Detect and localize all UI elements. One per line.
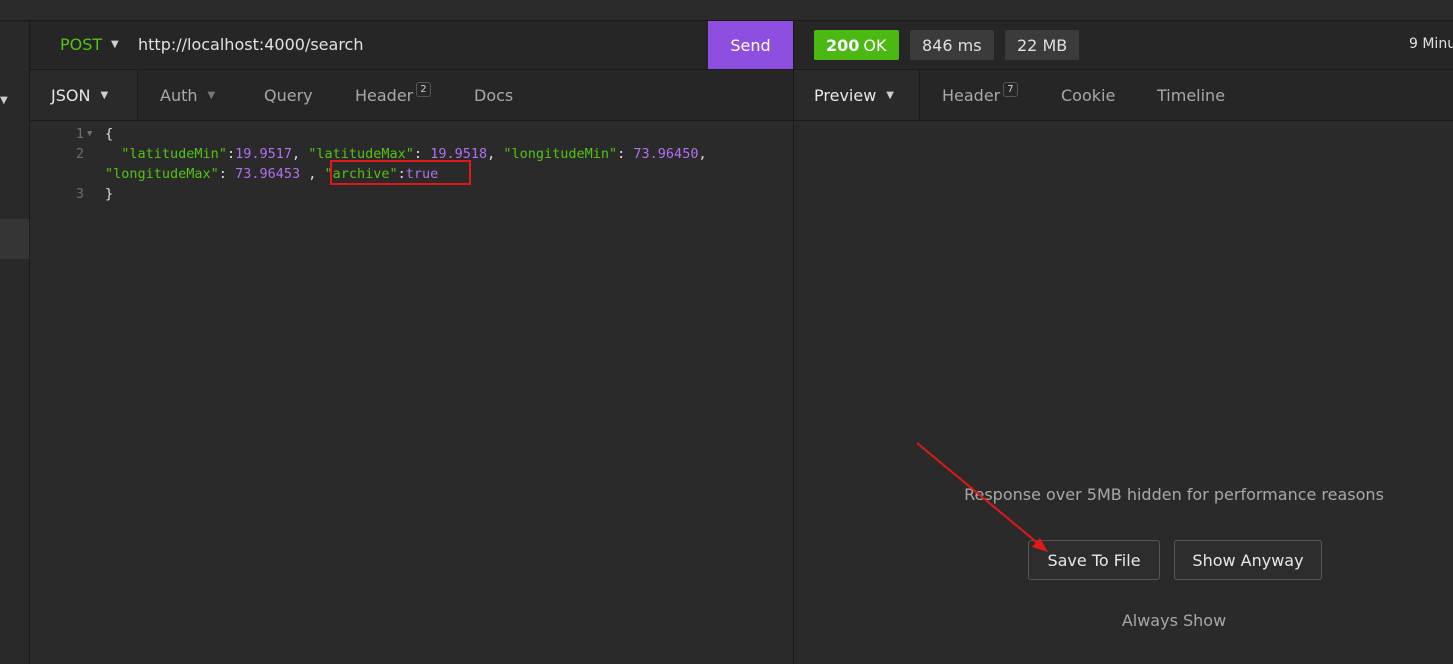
sidebar-selected-item[interactable] [0, 219, 29, 259]
request-tabs: JSON ▼ Auth ▼ Query Header 2 Docs [30, 70, 793, 121]
status-badge: 200 OK [814, 30, 899, 60]
header-count-badge: 2 [416, 81, 431, 97]
tab-docs-label: Docs [474, 85, 514, 105]
json-value: 73.96450 [633, 146, 699, 162]
code-line: { [105, 126, 114, 142]
window-top-strip [0, 0, 1453, 21]
tab-timeline[interactable]: Timeline [1157, 70, 1225, 120]
tab-json[interactable]: JSON ▼ [30, 70, 138, 120]
url-bar: POST ▼ http://localhost:4000/search Send [30, 21, 793, 70]
header-count-badge: 7 [1003, 81, 1018, 97]
line-number: 1 [75, 126, 84, 142]
response-status-bar: 200 OK 846 ms 22 MB 9 Minu [794, 21, 1453, 70]
line-number: 3 [75, 186, 84, 202]
response-preview: Response over 5MB hidden for performance… [794, 121, 1453, 664]
tab-docs[interactable]: Docs [474, 70, 513, 120]
json-key: "longitudeMax" [105, 166, 219, 182]
chevron-down-icon: ▼ [207, 89, 216, 101]
response-size-badge: 22 MB [1005, 30, 1080, 60]
hidden-response-message: Response over 5MB hidden for performance… [964, 485, 1384, 504]
json-value: 73.96453 [235, 166, 301, 182]
chevron-down-icon: ▼ [100, 89, 109, 101]
tab-response-header[interactable]: Header 7 [942, 70, 1018, 120]
tab-cookie[interactable]: Cookie [1061, 70, 1115, 120]
sidebar: ▼ [0, 21, 30, 664]
status-code: 200 [826, 35, 860, 55]
json-body-editor[interactable]: 1 ▼ { 2 "latitudeMin":19.9517, "latitude… [30, 121, 793, 664]
tab-json-label: JSON [51, 85, 91, 105]
method-caret-icon[interactable]: ▼ [111, 39, 119, 50]
show-anyway-button[interactable]: Show Anyway [1174, 540, 1322, 580]
response-time-badge: 846 ms [910, 30, 994, 60]
always-show-link[interactable]: Always Show [794, 611, 1453, 630]
send-button[interactable]: Send [708, 21, 793, 69]
json-value: 19.9517 [235, 146, 292, 162]
url-input[interactable]: http://localhost:4000/search [138, 35, 363, 54]
line-number: 2 [75, 146, 84, 162]
response-age[interactable]: 9 Minu [1409, 36, 1453, 52]
tab-header-label: Header [355, 85, 414, 105]
save-to-file-button[interactable]: Save To File [1028, 540, 1160, 580]
tab-query[interactable]: Query [264, 70, 313, 120]
tab-query-label: Query [264, 85, 313, 105]
status-text: OK [863, 35, 887, 55]
json-key: "latitudeMin" [121, 146, 227, 162]
tab-cookie-label: Cookie [1061, 85, 1116, 105]
json-key: "longitudeMin" [503, 146, 618, 162]
sidebar-caret-icon[interactable]: ▼ [0, 95, 8, 106]
code-line: } [105, 186, 114, 202]
response-tabs: Preview ▼ Header 7 Cookie Timeline [794, 70, 1453, 121]
method-selector[interactable]: POST [60, 35, 102, 54]
chevron-down-icon: ▼ [886, 89, 894, 101]
tab-preview-label: Preview [814, 85, 877, 105]
tab-auth-label: Auth [160, 85, 198, 105]
tab-auth[interactable]: Auth ▼ [160, 70, 215, 120]
tab-header[interactable]: Header 2 [355, 70, 431, 120]
tab-timeline-label: Timeline [1157, 85, 1226, 105]
tab-preview[interactable]: Preview ▼ [794, 70, 920, 120]
fold-arrow-icon[interactable]: ▼ [87, 129, 92, 139]
highlight-box [330, 160, 471, 185]
tab-response-header-label: Header [942, 85, 1001, 105]
